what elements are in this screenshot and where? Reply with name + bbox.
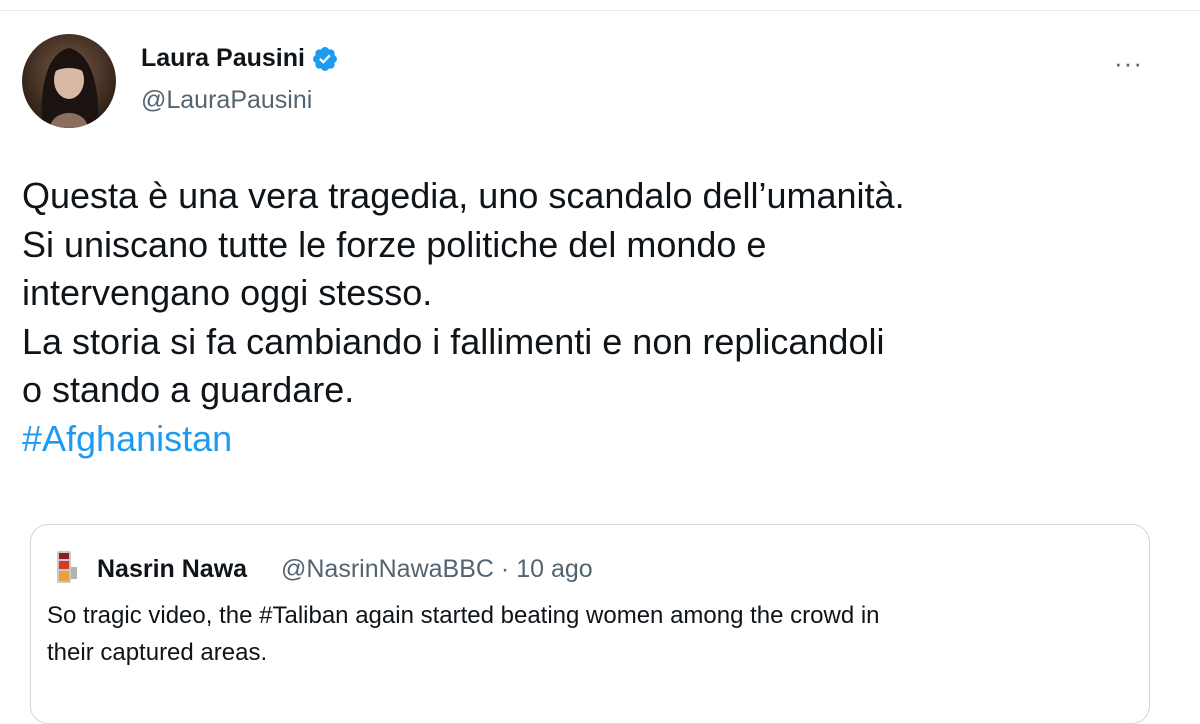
- author-avatar[interactable]: [22, 34, 116, 128]
- quoted-text-line: their captured areas.: [47, 639, 268, 666]
- quoted-tweet-text: So tragic video, the #Taliban again star…: [47, 597, 1137, 671]
- quoted-author-name[interactable]: Nasrin Nawa: [97, 555, 247, 584]
- quoted-text-line: So tragic video, the #Taliban again star…: [47, 602, 880, 629]
- top-divider: [0, 10, 1200, 11]
- author-handle[interactable]: @LauraPausini: [141, 86, 312, 115]
- hashtag-link[interactable]: #Afghanistan: [22, 415, 1182, 464]
- author-name-text: Laura Pausini: [141, 44, 305, 72]
- more-options-icon[interactable]: ···: [1114, 48, 1143, 79]
- tweet-text-line: Si uniscano tutte le forze politiche del…: [22, 223, 767, 265]
- quoted-author-avatar-icon[interactable]: [51, 549, 81, 587]
- tweet-text-line: o stando a guardare.: [22, 369, 355, 410]
- author-name[interactable]: Laura Pausini: [141, 44, 339, 73]
- meta-separator: ·: [500, 555, 510, 583]
- tweet-text-line: Questa è una vera tragedia, uno scandalo…: [22, 175, 905, 216]
- tweet-text-line: La storia si fa cambiando i fallimenti e…: [22, 320, 885, 362]
- quoted-tweet-card[interactable]: Nasrin Nawa @NasrinNawaBBC · 10 ago So t…: [30, 524, 1150, 724]
- quoted-time[interactable]: 10 ago: [516, 555, 592, 583]
- tweet-text-line: intervengano oggi stesso.: [22, 272, 433, 313]
- quoted-handle[interactable]: @NasrinNawaBBC: [281, 555, 494, 583]
- quoted-meta: @NasrinNawaBBC · 10 ago: [281, 555, 593, 584]
- profile-photo-icon: [22, 34, 116, 128]
- tweet-text: Questa è una vera tragedia, uno scandalo…: [22, 172, 1182, 463]
- verified-badge-icon: [312, 46, 337, 71]
